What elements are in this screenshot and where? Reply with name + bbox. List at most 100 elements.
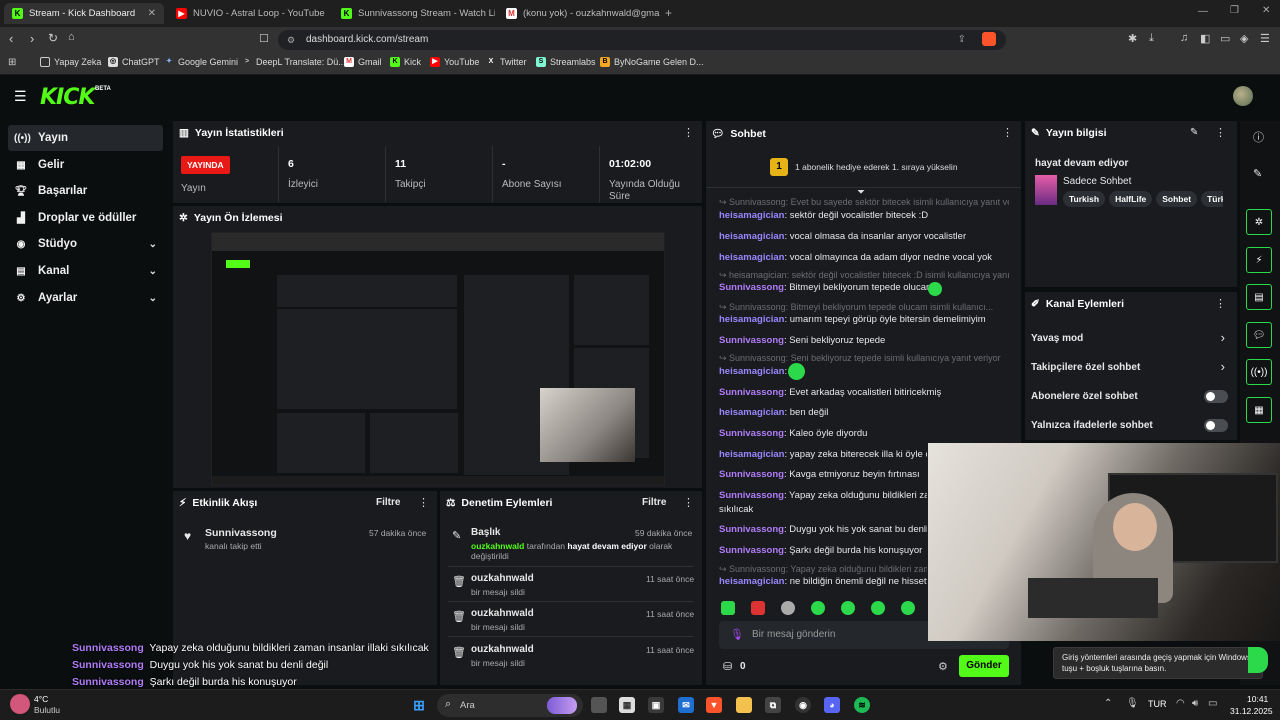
followers-only-row[interactable]: Takipçilere özel sohbet ›: [1031, 358, 1229, 378]
sidebar-item-basarilar[interactable]: 🏆︎ Başarılar: [8, 178, 163, 204]
taskbar-search[interactable]: ⌕ Ara: [437, 694, 583, 717]
sidebar-item-yayin[interactable]: ((•)) Yayın: [8, 125, 163, 151]
brave-icon[interactable]: ▼: [706, 697, 722, 713]
new-tab-icon[interactable]: +: [665, 6, 672, 20]
info-icon[interactable]: ⓘ: [1253, 129, 1264, 145]
weather-icon[interactable]: [10, 694, 30, 714]
bookmark-kick[interactable]: K Kick: [390, 57, 421, 67]
tab-gmail[interactable]: M (konu yok) - ouzkahnwald@gmail.co: [498, 3, 660, 24]
channel-actions-more-icon[interactable]: ⋮: [1215, 297, 1226, 310]
url-input[interactable]: ⚙ dashboard.kick.com/stream ⇪: [278, 30, 1006, 50]
bookmark-youtube[interactable]: ▶ YouTube: [430, 57, 479, 67]
chat-settings-icon[interactable]: ⚙: [938, 660, 948, 673]
bookmark-chatgpt[interactable]: ◎ ChatGPT: [108, 57, 160, 67]
task-view-icon[interactable]: [591, 697, 607, 713]
tag[interactable]: HalfLife: [1109, 191, 1153, 207]
download-icon[interactable]: ⤓: [1149, 32, 1154, 45]
emote-icon[interactable]: [781, 601, 795, 615]
microphone-icon[interactable]: 🎙︎: [1126, 698, 1139, 709]
mod-item-user[interactable]: ouzkahnwald: [471, 608, 534, 619]
sidebar-item-studyo[interactable]: ◉ Stüdyo ⌄: [8, 231, 163, 257]
emotes-only-toggle[interactable]: [1204, 419, 1228, 432]
emote-icon[interactable]: [901, 601, 915, 615]
menu-icon[interactable]: ☰: [1260, 32, 1270, 45]
windows-toast[interactable]: Giriş yöntemleri arasında geçiş yapmak i…: [1053, 647, 1263, 679]
language-indicator[interactable]: TUR: [1148, 699, 1167, 709]
sidebar-item-droplar[interactable]: ▟ Droplar ve ödüller: [8, 205, 163, 231]
apps-icon[interactable]: ⊞: [8, 57, 16, 68]
site-info-icon[interactable]: ⚙: [287, 30, 295, 50]
layout-tool-icon[interactable]: ▦: [1246, 397, 1272, 423]
tag[interactable]: Türkç: [1201, 191, 1223, 207]
chat-more-icon[interactable]: ⋮: [1002, 126, 1013, 139]
wallet-icon[interactable]: ▭: [1220, 32, 1230, 45]
volume-icon[interactable]: 🔊︎: [1192, 698, 1198, 709]
media-icon[interactable]: ♫: [1180, 32, 1188, 44]
home-icon[interactable]: ⌂: [68, 31, 75, 43]
clock-time[interactable]: 10:41: [1247, 694, 1268, 704]
store-icon[interactable]: ⧉: [765, 697, 781, 713]
tab-youtube[interactable]: ▶ NUVIO - Astral Loop - YouTube: [168, 3, 330, 24]
wifi-icon[interactable]: ◠: [1176, 698, 1185, 709]
forward-icon[interactable]: ›: [30, 31, 34, 46]
microphone-icon[interactable]: 🎙︎: [730, 628, 744, 641]
sidebar-item-ayarlar[interactable]: ⚙ Ayarlar ⌄: [8, 285, 163, 311]
emote-icon[interactable]: [751, 601, 765, 615]
app-icon[interactable]: ▣: [648, 697, 664, 713]
close-window-icon[interactable]: ✕: [1262, 5, 1270, 16]
emote-icon[interactable]: [841, 601, 855, 615]
activity-filter-button[interactable]: Filtre: [376, 497, 400, 508]
document-tool-icon[interactable]: ▤: [1246, 284, 1272, 310]
emote-icon[interactable]: [811, 601, 825, 615]
hamburger-menu-icon[interactable]: ☰: [14, 88, 27, 105]
activity-more-icon[interactable]: ⋮: [418, 496, 429, 509]
bookmark-streamlabs[interactable]: S Streamlabs: [536, 57, 596, 67]
bookmark-twitter[interactable]: X Twitter: [486, 57, 527, 67]
activity-user[interactable]: Sunnivassong: [205, 527, 277, 539]
lightning-tool-icon[interactable]: ⚡︎: [1246, 247, 1272, 273]
discord-icon[interactable]: ◕: [824, 697, 840, 713]
tag[interactable]: Sohbet: [1156, 191, 1198, 207]
mail-icon[interactable]: ✉: [678, 697, 694, 713]
tray-expand-icon[interactable]: ⌃: [1104, 698, 1112, 709]
tab-kick-dashboard[interactable]: K Stream - Kick Dashboard ✕: [4, 3, 164, 24]
back-icon[interactable]: ‹: [9, 31, 13, 46]
restore-icon[interactable]: ❐: [1230, 5, 1239, 16]
category-thumbnail[interactable]: [1035, 175, 1057, 205]
tag[interactable]: Turkish: [1063, 191, 1106, 207]
stream-info-more-icon[interactable]: ⋮: [1215, 126, 1226, 139]
brave-shield-icon[interactable]: [982, 32, 996, 46]
points-icon[interactable]: ⛁: [723, 660, 732, 673]
stream-preview-video[interactable]: [211, 232, 665, 486]
sidebar-toggle-icon[interactable]: ◧: [1200, 32, 1210, 45]
chat-tool-icon[interactable]: 💬︎: [1246, 322, 1272, 348]
preview-tool-icon[interactable]: ✲: [1246, 209, 1272, 235]
battery-icon[interactable]: ▭: [1208, 698, 1217, 709]
minimize-icon[interactable]: —: [1198, 6, 1208, 17]
pencil-icon[interactable]: ✎: [1253, 167, 1262, 180]
clock-date[interactable]: 31.12.2025: [1230, 706, 1273, 716]
moderation-filter-button[interactable]: Filtre: [642, 497, 666, 508]
edit-icon[interactable]: ✎: [1190, 127, 1198, 138]
close-icon[interactable]: ✕: [148, 8, 156, 19]
sidebar-item-kanal[interactable]: ▤ Kanal ⌄: [8, 258, 163, 284]
app-icon[interactable]: ▦: [619, 697, 635, 713]
tab-sunnivassong[interactable]: K Sunnivassong Stream - Watch Live o: [333, 3, 495, 24]
avatar[interactable]: [1233, 86, 1253, 106]
share-icon[interactable]: ⇪: [958, 30, 966, 50]
stats-more-icon[interactable]: ⋮: [683, 126, 694, 139]
bookmark-gemini[interactable]: ✦ Google Gemini: [164, 57, 238, 67]
bookmark-gmail[interactable]: M Gmail: [344, 57, 382, 67]
folder-icon[interactable]: [736, 697, 752, 713]
broadcast-tool-icon[interactable]: ((•)): [1246, 359, 1272, 385]
bookmark-icon[interactable]: ☐: [259, 32, 269, 45]
bookmark-deepl[interactable]: > DeepL Translate: Dü...: [242, 57, 346, 67]
moderation-more-icon[interactable]: ⋮: [683, 496, 694, 509]
subs-only-toggle[interactable]: [1204, 390, 1228, 403]
send-button[interactable]: Gönder: [959, 655, 1009, 677]
category-name[interactable]: Sadece Sohbet: [1063, 176, 1131, 187]
extensions-icon[interactable]: ✱: [1128, 32, 1137, 45]
spotify-icon[interactable]: ≋: [854, 697, 870, 713]
emote-icon[interactable]: [721, 601, 735, 615]
slow-mode-row[interactable]: Yavaş mod ›: [1031, 329, 1229, 349]
